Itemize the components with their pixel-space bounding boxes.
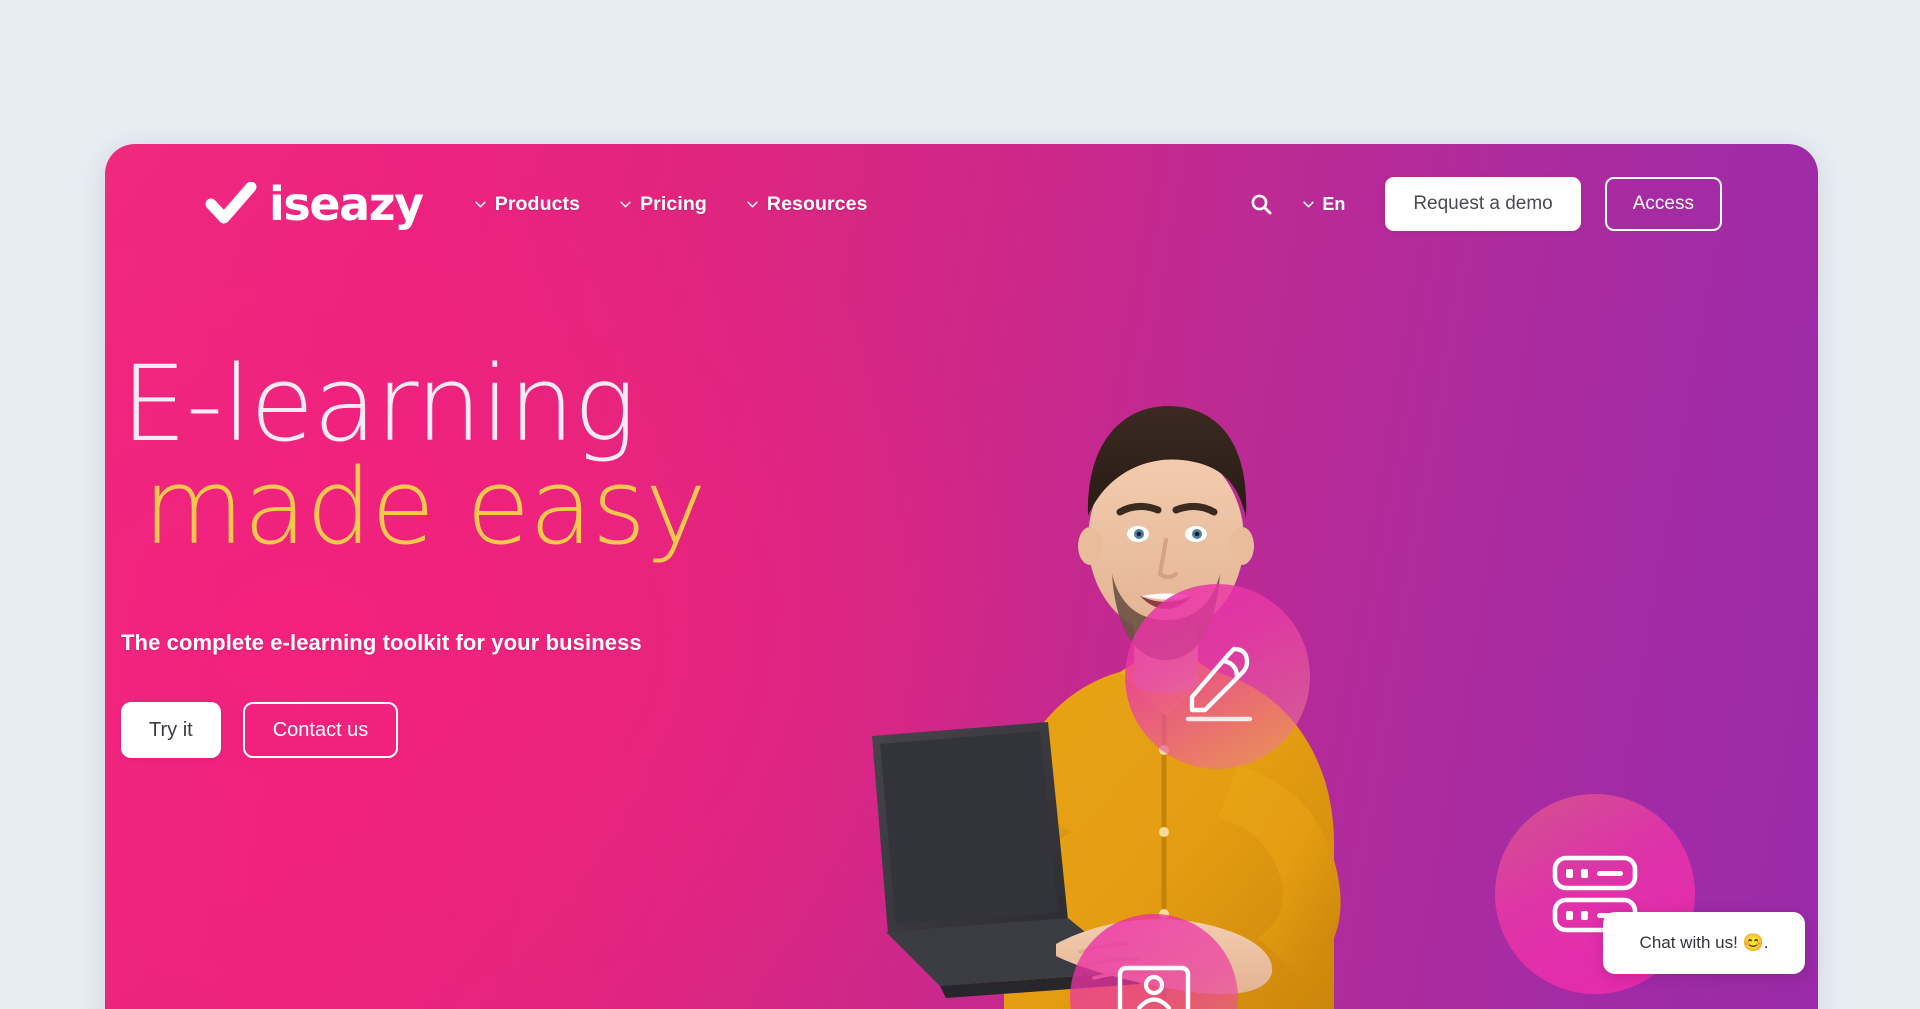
nav-item-resources[interactable]: Resources bbox=[747, 193, 868, 216]
hero-cta-row: Try it Contact us bbox=[121, 702, 706, 759]
nav-item-label: Resources bbox=[766, 192, 868, 215]
hero-title-line-1: E-learning bbox=[121, 343, 636, 465]
brand-logo[interactable]: iseazy bbox=[205, 177, 424, 231]
nav-item-label: Pricing bbox=[640, 192, 707, 215]
header-actions: En Request a demo Access bbox=[1241, 177, 1722, 231]
brand-wordmark: iseazy bbox=[269, 177, 424, 231]
nav-item-products[interactable]: Products bbox=[475, 193, 580, 216]
user-bubble-icon bbox=[1117, 965, 1191, 1009]
hero-copy: E-learning made easy The complete e-lear… bbox=[121, 343, 707, 759]
language-switcher[interactable]: En bbox=[1303, 194, 1345, 215]
chevron-down-icon bbox=[747, 201, 758, 207]
feature-bubble-edit[interactable] bbox=[1125, 584, 1310, 769]
hero-subtitle: The complete e-learning toolkit for your… bbox=[121, 630, 642, 656]
page-root: iseazy Products Pricing Resources En Req… bbox=[0, 0, 1920, 1009]
hero-card: iseazy Products Pricing Resources En Req… bbox=[105, 144, 1818, 1009]
chevron-down-icon bbox=[620, 201, 631, 207]
nav-item-label: Products bbox=[494, 192, 581, 215]
site-header: iseazy Products Pricing Resources En Req… bbox=[105, 144, 1818, 264]
access-button[interactable]: Access bbox=[1604, 177, 1722, 231]
hero-person-image bbox=[768, 284, 1408, 1009]
nav-item-pricing[interactable]: Pricing bbox=[620, 193, 707, 216]
request-demo-button[interactable]: Request a demo bbox=[1385, 177, 1581, 231]
search-button[interactable] bbox=[1241, 184, 1281, 224]
try-it-button[interactable]: Try it bbox=[121, 702, 221, 759]
feature-bubble-user[interactable] bbox=[1070, 914, 1238, 1009]
pencil-edit-icon bbox=[1185, 646, 1252, 721]
chat-widget[interactable]: Chat with us! 😊. bbox=[1603, 912, 1805, 974]
chevron-down-icon bbox=[475, 201, 486, 207]
chevron-down-icon bbox=[1303, 200, 1315, 208]
hero-title-line-2: made easy bbox=[143, 446, 707, 568]
check-icon bbox=[205, 182, 257, 224]
contact-us-button[interactable]: Contact us bbox=[242, 702, 399, 759]
language-label: En bbox=[1322, 193, 1346, 214]
search-icon bbox=[1251, 194, 1272, 215]
chat-widget-label: Chat with us! 😊. bbox=[1639, 933, 1769, 952]
main-nav: Products Pricing Resources bbox=[475, 193, 868, 216]
